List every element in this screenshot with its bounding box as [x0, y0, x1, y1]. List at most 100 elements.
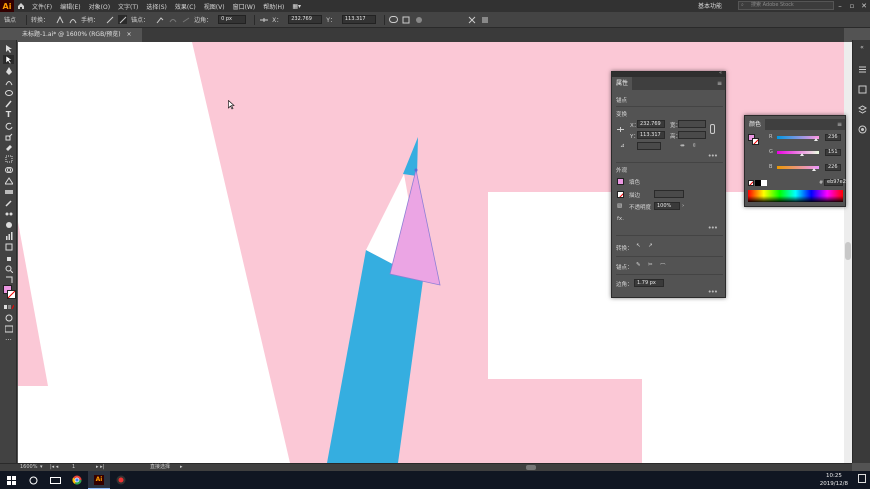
menu-window[interactable]: 窗口(W)	[229, 2, 260, 11]
appearance-more-icon[interactable]: •••	[708, 224, 718, 232]
opacity-arrow-icon[interactable]: ›	[682, 203, 684, 209]
width-field[interactable]	[678, 120, 706, 128]
r-slider-thumb[interactable]	[813, 138, 818, 141]
height-field[interactable]	[678, 131, 706, 139]
blend-tool-icon[interactable]	[3, 209, 14, 218]
zoom-tool-icon[interactable]	[3, 264, 14, 273]
type-tool-icon[interactable]: T	[3, 110, 14, 119]
color-stroke-swatch[interactable]	[752, 138, 759, 145]
collapse-panel-icon[interactable]: «	[719, 70, 722, 76]
next-artboard-icon[interactable]: ▸ ▸|	[96, 464, 104, 471]
transform-icon[interactable]	[468, 15, 477, 24]
eyedropper-tool-icon[interactable]	[3, 198, 14, 207]
connect-path-icon[interactable]	[181, 15, 190, 24]
menu-select[interactable]: 选择(S)	[142, 2, 171, 11]
x-field[interactable]: 232.769	[288, 15, 323, 24]
document-tab[interactable]: 未标题-1.ai* @ 1600% (RGB/预览) ×	[18, 28, 142, 42]
horizontal-scroll-thumb[interactable]	[526, 465, 536, 470]
recolor-icon[interactable]	[415, 15, 424, 24]
paintbrush-tool-icon[interactable]	[3, 99, 14, 108]
fill-color-swatch[interactable]	[617, 178, 624, 185]
isolate-icon[interactable]	[388, 15, 398, 24]
search-circle-icon[interactable]	[22, 471, 44, 489]
y-field[interactable]: 113.317	[341, 15, 376, 24]
perspective-grid-tool-icon[interactable]	[3, 176, 14, 185]
zoom-field[interactable]: 1600%	[20, 464, 37, 471]
scrollbar-thumb[interactable]	[845, 242, 851, 260]
menu-view[interactable]: 视图(V)	[200, 2, 229, 11]
handle-hide-icon[interactable]	[118, 15, 128, 24]
hex-field[interactable]: eb97e2	[824, 179, 846, 186]
free-transform-tool-icon[interactable]	[3, 154, 14, 163]
stroke-color-swatch[interactable]	[617, 191, 624, 198]
x-field[interactable]: 232.769	[637, 120, 665, 128]
vertical-scrollbar[interactable]	[844, 42, 852, 463]
start-icon[interactable]	[0, 471, 22, 489]
chrome-icon[interactable]	[66, 471, 88, 489]
g-slider[interactable]	[777, 151, 819, 154]
home-icon[interactable]	[14, 0, 28, 12]
y-field[interactable]: 113.317	[637, 131, 665, 139]
convert-corner-icon[interactable]	[55, 15, 64, 24]
gradient-tool-icon[interactable]	[3, 187, 14, 196]
white-swatch[interactable]	[761, 180, 767, 186]
transform-more-icon[interactable]: •••	[708, 152, 718, 160]
minimize-icon[interactable]: –	[834, 0, 846, 12]
menu-edit[interactable]: 编辑(E)	[56, 2, 84, 11]
g-value-field[interactable]: 151	[825, 149, 841, 156]
menu-effect[interactable]: 效果(C)	[171, 2, 200, 11]
task-view-icon[interactable]	[44, 471, 66, 489]
g-slider-thumb[interactable]	[799, 153, 804, 156]
panel-menu-icon[interactable]: ≡	[837, 121, 842, 128]
edit-toolbar-icon[interactable]: ···	[3, 335, 14, 344]
close-icon[interactable]: ✕	[858, 0, 870, 12]
panel-menu-icon[interactable]	[481, 15, 490, 24]
notification-icon[interactable]	[858, 474, 866, 486]
stroke-swatch[interactable]	[7, 290, 16, 299]
mask-icon[interactable]	[402, 15, 411, 24]
flip-vertical-icon[interactable]: ⇳	[692, 143, 697, 149]
menu-object[interactable]: 对象(O)	[85, 2, 114, 11]
document-tab-close[interactable]: ×	[127, 31, 132, 38]
tab-properties[interactable]: 属性	[612, 77, 633, 90]
column-graph-tool-icon[interactable]	[3, 231, 14, 240]
handle-show-icon[interactable]	[105, 15, 114, 24]
b-value-field[interactable]: 226	[825, 164, 841, 171]
curvature-tool-icon[interactable]	[3, 77, 14, 86]
rotate-tool-icon[interactable]	[3, 121, 14, 130]
direct-selection-tool-icon[interactable]	[3, 55, 14, 64]
reference-point-icon[interactable]	[617, 126, 624, 133]
r-slider[interactable]	[777, 136, 819, 139]
rotate-icon[interactable]: ⊿	[620, 143, 625, 149]
panel-menu-icon[interactable]: ≡	[717, 80, 722, 87]
fx-label[interactable]: fx.	[617, 216, 624, 222]
workspace-switcher[interactable]: 基本功能	[698, 1, 722, 10]
stock-search-input[interactable]: ⌕ 搜索 Adobe Stock	[738, 1, 834, 10]
tab-color[interactable]: 颜色	[745, 119, 766, 130]
shape-builder-tool-icon[interactable]	[3, 165, 14, 174]
scale-tool-icon[interactable]	[3, 132, 14, 141]
system-clock[interactable]: 10:25 2019/12/8	[820, 472, 848, 488]
artboard-tool-icon[interactable]	[3, 242, 14, 251]
eraser-tool-icon[interactable]	[3, 143, 14, 152]
b-slider-thumb[interactable]	[812, 168, 817, 171]
swap-fill-stroke-icon[interactable]	[3, 275, 14, 284]
cut-path-icon[interactable]	[168, 15, 177, 24]
selection-tool-icon[interactable]	[3, 44, 14, 53]
illustrator-taskbar-icon[interactable]: Ai	[88, 471, 110, 489]
convert-corner-icon[interactable]: ↖	[636, 243, 641, 249]
layout-icon[interactable]: ▦▾	[288, 3, 305, 10]
stroke-weight-field[interactable]	[654, 190, 684, 198]
remove-anchor-icon[interactable]	[155, 15, 164, 24]
corner-radius-field[interactable]: 1.79 px	[634, 279, 664, 287]
status-arrow-icon[interactable]: ▸	[180, 464, 183, 471]
none-swatch[interactable]	[748, 180, 754, 186]
zoom-dropdown-icon[interactable]: ▾	[40, 464, 43, 471]
collapse-dock-icon[interactable]: «	[857, 42, 867, 52]
draw-mode-icon[interactable]	[3, 313, 14, 322]
opacity-field[interactable]: 100%	[654, 202, 680, 210]
libraries-panel-icon[interactable]	[857, 84, 867, 94]
artboard-number[interactable]: 1	[72, 464, 75, 471]
properties-panel-icon[interactable]	[857, 64, 867, 74]
color-panel-icon[interactable]	[857, 124, 867, 134]
